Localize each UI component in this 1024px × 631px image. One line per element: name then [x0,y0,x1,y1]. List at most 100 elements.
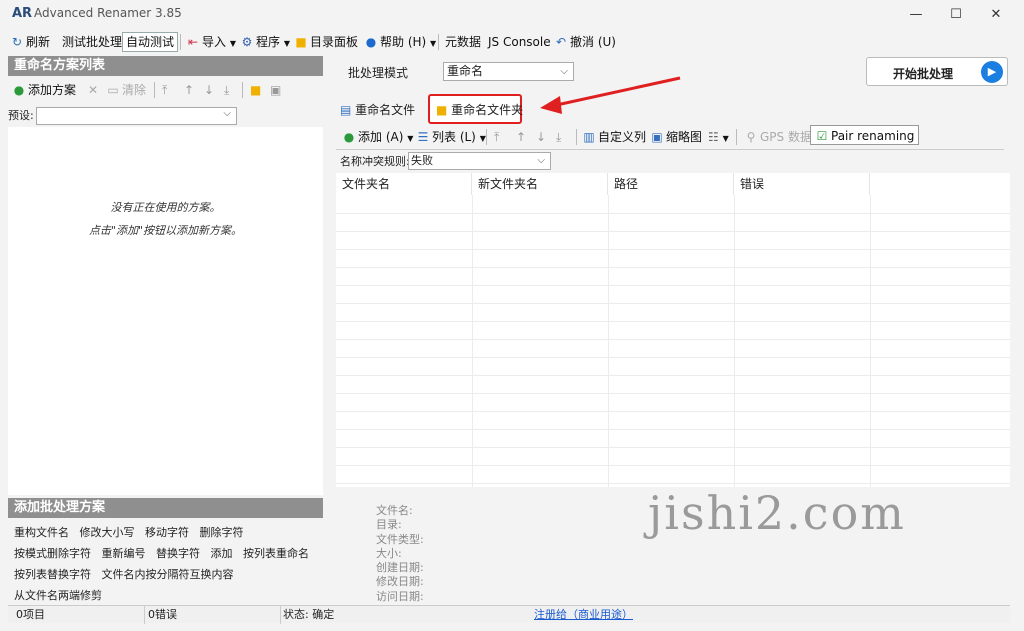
method-link[interactable]: 替换字符 [156,547,200,560]
add-files-menu[interactable]: ● 添加 (A) ▼ [342,127,414,147]
status-item-count: 0项目 [16,608,45,621]
move-up-button[interactable]: ↑ [516,127,526,147]
close-button[interactable]: ✕ [976,4,1016,26]
undo-label: 撤消 (U) [570,35,616,49]
add-method-button[interactable]: ● 添加方案 [12,80,76,100]
methods-row: 重构文件名 修改大小写 移动字符 删除字符 [14,524,244,540]
method-link[interactable]: 按列表重命名 [243,547,309,560]
location-pin-icon: ⚲ [746,130,756,144]
method-link[interactable]: 文件名内按分隔符互换内容 [102,568,234,581]
save-preset-button[interactable]: ▣ [270,80,281,100]
methods-row: 按模式删除字符 重新编号 替换字符 添加 按列表重命名 [14,545,309,561]
clear-label: 清除 [122,83,147,97]
checkbox-icon: ☑ [816,129,828,143]
toolbar-separator [242,82,243,98]
add-files-label: 添加 (A) [358,130,404,144]
custom-columns-button[interactable]: ▥ 自定义列 [582,127,646,147]
add-circle-icon: ● [343,130,355,144]
tab-rename-files[interactable]: ▤ 重命名文件 [340,100,415,120]
js-console-button[interactable]: JS Console [488,32,551,52]
column-header-path[interactable]: 路径 [608,173,734,195]
test-batch-button[interactable]: 测试批处理 [62,32,122,52]
method-link[interactable]: 添加 [211,547,233,560]
status-error-count: 0错误 [148,608,177,621]
move-down-button[interactable]: ↓ [204,80,214,100]
dropdown-arrow-icon: ▼ [229,39,236,48]
method-link[interactable]: 修改大小写 [80,526,135,539]
dir-panel-button[interactable]: ■ 目录面板 [294,32,358,52]
empty-message-line1: 没有正在使用的方案。 [110,201,221,214]
grid-row-line [336,213,1010,214]
grid-row-line [336,429,1010,430]
move-bottom-icon: ⤓ [556,130,562,144]
move-top-button[interactable]: ⤒ [162,80,167,100]
move-bottom-button[interactable]: ⤓ [224,80,229,100]
method-link[interactable]: 删除字符 [200,526,244,539]
gps-data-button[interactable]: ⚲ GPS 数据 [744,127,812,147]
grid-row-line [336,267,1010,268]
arrow-up-icon: ↑ [516,130,527,144]
import-menu[interactable]: ⇤ 导入 ▼ [186,32,236,52]
maximize-button[interactable]: ☐ [936,4,976,26]
dropdown-arrow-icon: ▼ [479,134,486,143]
move-up-button[interactable]: ↑ [184,80,194,100]
open-preset-button[interactable]: ■ [250,80,261,100]
folders-grid: 文件夹名 新文件夹名 路径 错误 [336,173,1010,487]
start-batch-button[interactable]: 开始批处理 ▶ [866,57,1008,86]
info-label-accessed: 访问日期: [376,589,424,603]
methods-row: 从文件名两端修剪 [14,587,102,603]
metadata-button[interactable]: 元数据 [445,32,481,52]
minimize-button[interactable]: — [896,4,936,26]
method-link[interactable]: 重新编号 [102,547,146,560]
tab-label: 重命名文件夹 [451,103,524,117]
eraser-icon: ▭ [107,83,119,97]
move-down-button[interactable]: ↓ [536,127,546,147]
start-batch-label: 开始批处理 [893,67,954,81]
toolbar-separator [180,34,181,50]
toolbar-separator [438,34,439,50]
batch-mode-label: 批处理模式 [348,66,409,80]
conflict-rule-select[interactable]: 失败 ⌵ [408,152,551,170]
method-link[interactable]: 按模式删除字符 [14,547,91,560]
program-menu[interactable]: ⚙ 程序 ▼ [240,32,290,52]
tab-label: 重命名文件 [355,103,416,117]
status-state: 状态: 确定 [283,608,335,621]
image-icon: ▣ [651,130,663,144]
grid-row-line [336,393,1010,394]
view-options-menu[interactable]: ☷ ▼ [708,127,729,147]
tab-rename-folders[interactable]: ■ 重命名文件夹 [428,94,524,124]
folder-icon: ■ [436,103,448,117]
delete-method-button[interactable]: ✕ [88,80,98,100]
auto-test-toggle[interactable]: 自动测试 [122,32,179,52]
info-label-filetype: 文件类型: [376,532,424,546]
method-link[interactable]: 从文件名两端修剪 [14,589,102,602]
clear-button[interactable]: ▭ 清除 [106,80,146,100]
column-header-new-folder-name[interactable]: 新文件夹名 [472,173,608,195]
move-top-button[interactable]: ⤒ [494,127,499,147]
preset-select[interactable]: ⌵ [36,107,237,125]
chevron-down-icon: ⌵ [223,108,231,119]
method-link[interactable]: 重构文件名 [14,526,69,539]
status-divider [280,606,281,624]
undo-button[interactable]: ↶ 撤消 (U) [554,32,616,52]
toolbar-separator [576,129,577,145]
watermark-text: jishi2.com [648,486,906,540]
pair-renaming-toggle[interactable]: ☑ Pair renaming [810,125,920,145]
method-link[interactable]: 按列表替换字符 [14,568,91,581]
thumbnails-button[interactable]: ▣ 缩略图 [650,127,702,147]
dropdown-arrow-icon: ▼ [407,134,414,143]
batch-mode-value: 重命名 [447,64,484,78]
list-menu[interactable]: ☰ 列表 (L) ▼ [416,127,486,147]
column-header-folder-name[interactable]: 文件夹名 [336,173,472,195]
refresh-button[interactable]: ↻ 刷新 [10,32,50,52]
help-menu[interactable]: ● 帮助 (H) ▼ [364,32,436,52]
method-link[interactable]: 移动字符 [145,526,189,539]
move-bottom-button[interactable]: ⤓ [556,127,561,147]
methods-list: 没有正在使用的方案。 点击"添加"按钮以添加新方案。 [8,127,323,495]
test-batch-label: 测试批处理 [62,35,123,49]
column-header-error[interactable]: 错误 [734,173,870,195]
register-link[interactable]: 注册给（商业用途） [534,606,633,624]
grid-row-line [336,339,1010,340]
list-label: 列表 (L) [432,130,476,144]
window-title: Advanced Renamer 3.85 [34,6,182,20]
